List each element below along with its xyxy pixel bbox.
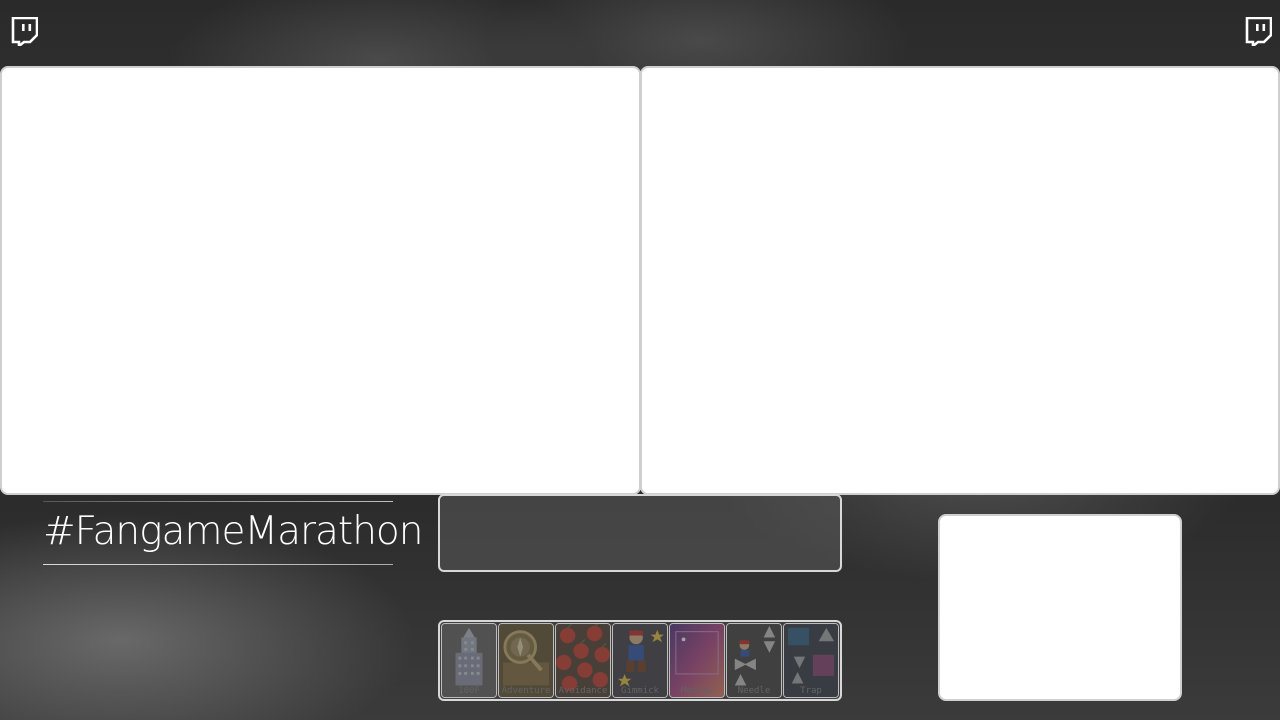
info-box	[438, 494, 842, 572]
category-label: Avoidance	[558, 686, 608, 696]
category-label: Needle	[737, 686, 771, 696]
category-100f: 100F	[441, 623, 497, 698]
webcam-box	[938, 514, 1182, 701]
category-label: Trap	[800, 686, 822, 696]
category-adventure: Adventure	[498, 623, 554, 698]
game-feed-left	[0, 66, 641, 495]
twitch-icon	[11, 17, 38, 46]
category-needle: Needle	[726, 623, 782, 698]
category-label: Adventure	[501, 686, 551, 696]
twitch-icon	[1245, 17, 1272, 46]
category-label: 100F	[458, 686, 480, 696]
category-medley: Medley	[669, 623, 725, 698]
category-avoidance: Avoidance	[555, 623, 611, 698]
hashtag-text: #FangameMarathon	[43, 509, 424, 554]
hashtag-banner: #FangameMarathon	[43, 501, 424, 565]
category-gimmick: Gimmick	[612, 623, 668, 698]
category-label: Gimmick	[621, 686, 659, 696]
category-strip: 100F Adventure Avoidance Gimmick Medley …	[438, 620, 842, 701]
game-feed-right	[640, 66, 1280, 495]
category-trap: Trap	[783, 623, 839, 698]
divider-bottom	[43, 564, 393, 565]
category-label: Medley	[680, 686, 714, 696]
